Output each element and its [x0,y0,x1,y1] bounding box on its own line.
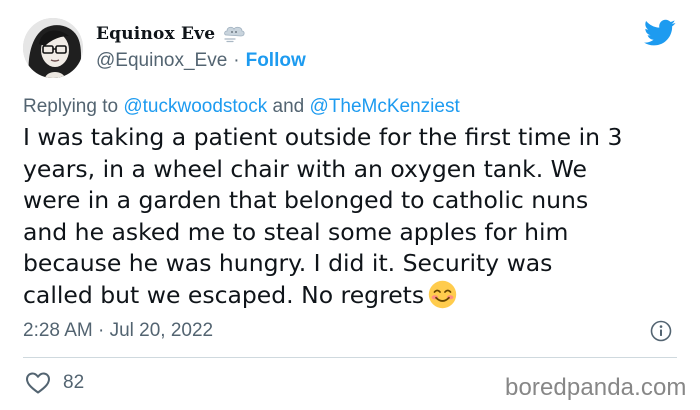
tweet-line: years, in a wheel chair with an oxygen t… [23,154,587,183]
author-name-row: Equinox Eve [96,22,245,46]
like-button[interactable]: 82 [25,371,84,395]
heart-icon[interactable] [25,371,51,395]
reply-conjunction: and [272,96,305,117]
tweet-last-line: called but we escaped. No regrets [23,280,683,312]
tweet-line: because he was hungry. I did it. Securit… [23,249,553,278]
tweet-line: were in a garden that belonged to cathol… [23,186,589,215]
divider [23,357,677,358]
tweet-line: called but we escaped. No regrets [23,280,425,309]
tweet-card: Equinox Eve @Equinox_Eve · Follow Replyi… [0,0,700,410]
boredpanda-watermark: boredpanda.com [505,374,687,401]
mention-themckenziest[interactable]: @TheMcKenziest [310,96,460,117]
twitter-bird-icon[interactable] [644,19,676,47]
separator-dot: · [233,50,240,71]
tweet-timestamp[interactable]: 2:28 AM · Jul 20, 2022 [23,320,213,342]
reply-context: Replying to @tuckwoodstock and @TheMcKen… [23,96,460,118]
follow-button[interactable]: Follow [246,50,306,72]
tweet-text: I was taking a patient outside for the f… [23,122,683,312]
tweet-line: and he asked me to steal some apples for… [23,217,569,246]
tweet-line: I was taking a patient outside for the f… [23,123,623,151]
author-display-name[interactable]: Equinox Eve [96,24,215,44]
avatar[interactable] [23,18,83,78]
like-count: 82 [63,372,85,393]
reply-prefix: Replying to [23,96,119,117]
mention-tuckwoodstock[interactable]: @tuckwoodstock [123,96,267,117]
wind-blowing-face-icon [223,25,245,43]
author-handle-row: @Equinox_Eve · Follow [96,50,306,72]
author-handle[interactable]: @Equinox_Eve [96,50,227,72]
smiling-face-icon [428,280,457,309]
info-icon[interactable] [650,320,672,342]
